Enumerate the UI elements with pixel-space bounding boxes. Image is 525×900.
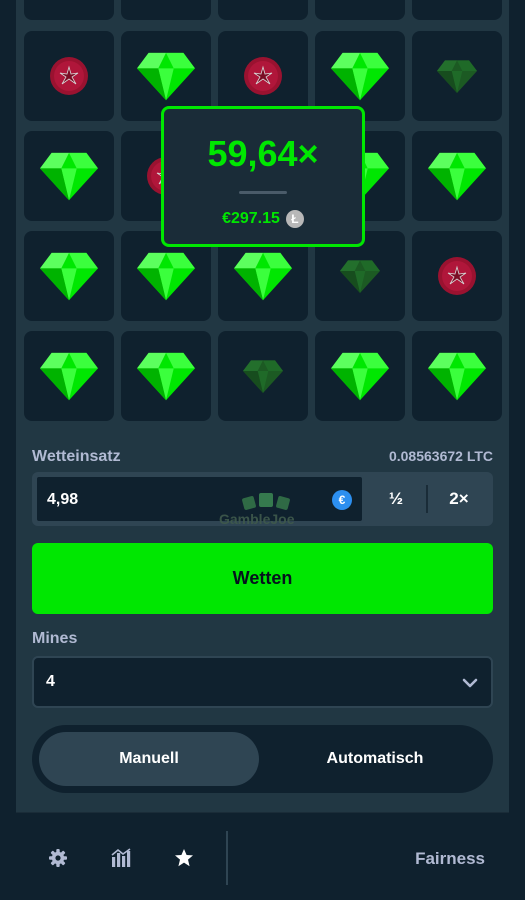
mine-icon (50, 57, 88, 95)
board-tile[interactable] (412, 0, 502, 20)
payout-popup: 59,64× €297.15 Ł (161, 106, 365, 247)
gem-icon (331, 353, 389, 401)
footer-divider (226, 831, 228, 885)
favorite-button[interactable] (173, 847, 195, 869)
board-tile[interactable] (412, 231, 502, 321)
payout-multiplier: 59,64× (207, 133, 319, 174)
fairness-link[interactable]: Fairness (415, 849, 485, 869)
settings-button[interactable] (47, 847, 69, 869)
star-icon (175, 849, 193, 867)
board-tile[interactable] (412, 331, 502, 421)
gear-icon (49, 849, 67, 867)
board-tile[interactable] (218, 0, 308, 20)
board-tile[interactable] (24, 331, 114, 421)
payout-amount-row: €297.15 Ł (222, 210, 304, 228)
gem-icon (40, 353, 98, 401)
gem-icon (331, 53, 389, 101)
mines-value: 4 (46, 673, 55, 690)
gem-icon (340, 260, 380, 293)
board-tile[interactable] (121, 0, 211, 20)
bet-button[interactable]: Wetten (32, 543, 493, 614)
board-tile[interactable] (121, 331, 211, 421)
gem-icon (428, 153, 486, 201)
bet-amount-value: 4,98 (47, 491, 79, 508)
board-tile[interactable] (315, 0, 405, 20)
mine-icon (244, 57, 282, 95)
gem-icon (437, 60, 477, 93)
mines-select[interactable]: 4 (32, 656, 493, 708)
mines-game: 59,64× €297.15 Ł Wetteinsatz 0.08563672 … (0, 0, 525, 900)
payout-divider (239, 191, 287, 194)
euro-currency-icon: € (332, 490, 352, 510)
mode-toggle: Manuell Automatisch (32, 725, 493, 793)
tab-manual[interactable]: Manuell (39, 732, 259, 786)
mine-icon (438, 257, 476, 295)
controls-panel: Wetteinsatz 0.08563672 LTC 4,98 GambleJo… (16, 432, 509, 812)
gem-icon (137, 253, 195, 301)
stats-button[interactable] (110, 847, 132, 869)
chevron-down-icon (462, 678, 478, 688)
watermark-icon (242, 493, 290, 510)
bet-amount-input[interactable]: 4,98 GambleJoe € (35, 475, 364, 527)
litecoin-icon: Ł (285, 210, 304, 228)
board-tile[interactable] (315, 331, 405, 421)
board-tile[interactable] (218, 331, 308, 421)
gem-icon (428, 353, 486, 401)
balance-value: 0.08563672 LTC (388, 448, 493, 464)
board-tile[interactable] (412, 31, 502, 121)
gem-icon (137, 53, 195, 101)
board-tile[interactable] (24, 231, 114, 321)
tab-automatic[interactable]: Automatisch (263, 732, 487, 786)
bet-amount-group: 4,98 GambleJoe € ½ 2× (32, 472, 493, 527)
bet-amount-label: Wetteinsatz (32, 448, 121, 465)
mines-label: Mines (32, 630, 78, 647)
gem-icon (234, 253, 292, 301)
gem-icon (40, 153, 98, 201)
watermark-text: GambleJoe (219, 511, 295, 527)
gem-icon (137, 353, 195, 401)
board-tile[interactable] (24, 31, 114, 121)
half-bet-button[interactable]: ½ (365, 472, 427, 526)
stats-chart-icon (111, 848, 131, 867)
board-tile[interactable] (412, 131, 502, 221)
footer-bar: Fairness (16, 812, 509, 900)
gem-icon (243, 360, 283, 393)
payout-amount: €297.15 (222, 210, 280, 227)
board-tile[interactable] (24, 0, 114, 20)
board-tile[interactable] (24, 131, 114, 221)
double-bet-button[interactable]: 2× (428, 472, 490, 526)
gem-icon (40, 253, 98, 301)
